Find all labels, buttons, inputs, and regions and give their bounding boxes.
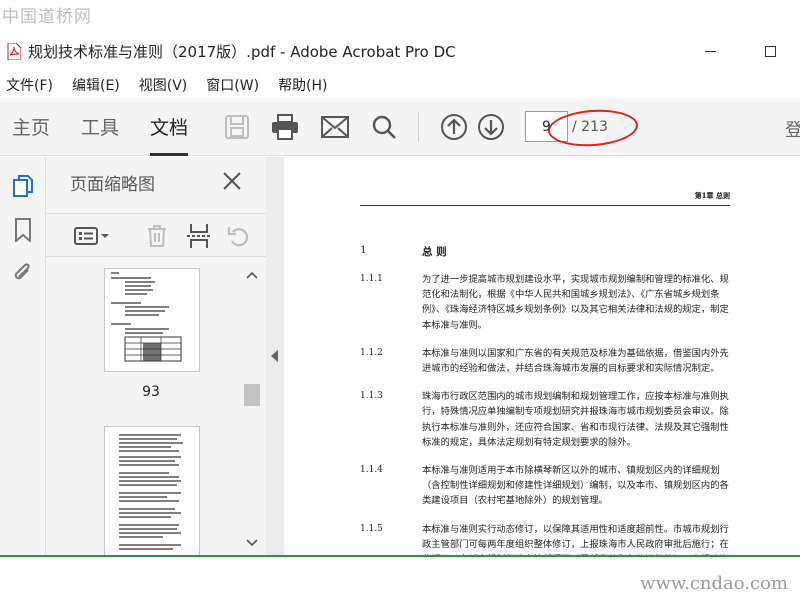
- minimize-button[interactable]: [680, 30, 740, 72]
- close-icon[interactable]: [220, 169, 244, 193]
- clause-text: 珠海市行政区范围内的城市规划编制和规划管理工作，应按本标准与准则执行，特殊情况应…: [422, 391, 729, 448]
- status-divider: [0, 555, 800, 557]
- tab-tools[interactable]: 工具: [81, 98, 119, 156]
- clause: 1.1.5 本标准与准则实行动态修订，以保障其适用性和适度超前性。市城市规划行政…: [360, 522, 730, 555]
- collapse-panel-strip[interactable]: [266, 157, 284, 555]
- clause-number: 1.1.2: [360, 347, 383, 358]
- menu-window[interactable]: 窗口(W): [206, 75, 259, 95]
- chapter-title: 总 则: [422, 246, 447, 258]
- document-view[interactable]: 第1章 总则 1 总 则 1.1.1 为了进一步提高城市规划建设水平，实现城市规…: [284, 157, 800, 555]
- attachments-icon[interactable]: [10, 261, 36, 287]
- clause: 1.1.3 珠海市行政区范围内的城市规划编制和规划管理工作，应按本标准与准则执行…: [360, 389, 730, 450]
- menu-edit[interactable]: 编辑(E): [72, 75, 120, 95]
- thumbnails-toolbar: [46, 213, 266, 257]
- page-up-icon[interactable]: [439, 112, 469, 142]
- chapter-heading: 1 总 则: [360, 244, 730, 259]
- watermark-top-left: 中国道桥网: [2, 7, 92, 27]
- tab-document[interactable]: 文档: [150, 98, 189, 156]
- options-icon[interactable]: [72, 222, 112, 250]
- extract-icon[interactable]: [184, 222, 214, 250]
- maximize-button[interactable]: [740, 30, 800, 72]
- clause-text: 本标准与准则适用于本市除横琴新区以外的城市、镇规划区内的详细规划（含控制性详细规…: [422, 465, 729, 507]
- email-icon[interactable]: [320, 112, 350, 142]
- clause-number: 1.1.1: [360, 274, 383, 284]
- title-bar: 规划技术标准与准则（2017版）.pdf - Adobe Acrobat Pro…: [0, 30, 800, 72]
- scroll-up-icon[interactable]: [246, 270, 258, 282]
- watermark-bottom-right: www.cndao.com: [640, 573, 788, 594]
- thumbnail-list: 93: [46, 258, 242, 555]
- clause: 1.1.2 本标准与准则以国家和广东省的有关规范及标准为基础依据，借鉴国内外先进…: [360, 346, 730, 376]
- save-icon[interactable]: [222, 112, 252, 142]
- window-title: 规划技术标准与准则（2017版）.pdf - Adobe Acrobat Pro…: [28, 42, 456, 61]
- clause-text: 本标准与准则以国家和广东省的有关规范及标准为基础依据，借鉴国内外先进城市的经验和…: [422, 347, 729, 375]
- thumbnails-panel: 页面缩略图 93: [46, 157, 266, 555]
- bookmarks-icon[interactable]: [10, 217, 36, 243]
- clause: 1.1.4 本标准与准则适用于本市除横琴新区以外的城市、镇规划区内的详细规划（含…: [360, 463, 730, 509]
- thumbnail-page-label: 93: [142, 384, 160, 400]
- clause-number: 1.1.5: [360, 523, 383, 534]
- scroll-down-icon[interactable]: [246, 536, 258, 548]
- collapse-arrow-icon[interactable]: [271, 350, 278, 362]
- toolbar-separator: [418, 112, 419, 142]
- delete-icon[interactable]: [142, 222, 172, 250]
- menu-view[interactable]: 视图(V): [139, 75, 188, 95]
- clause-text: 为了进一步提高城市规划建设水平，实现城市规划编制和管理的标准化、规范化和法制化，…: [422, 274, 729, 331]
- page-down-icon[interactable]: [476, 112, 506, 142]
- clause-number: 1.1.3: [360, 391, 383, 402]
- print-icon[interactable]: [270, 112, 300, 142]
- scroll-thumb[interactable]: [244, 384, 260, 406]
- menu-file[interactable]: 文件(F): [6, 75, 53, 95]
- sign-in-cutoff[interactable]: 登: [785, 116, 800, 142]
- chapter-number: 1: [360, 244, 367, 256]
- maximize-icon: [764, 45, 776, 57]
- main-toolbar: 主页 工具 文档: [0, 98, 800, 156]
- page-thumbnail[interactable]: [104, 426, 200, 555]
- page-thumbnail[interactable]: [104, 268, 200, 372]
- thumbnail-scrollbar[interactable]: [242, 258, 262, 555]
- search-icon[interactable]: [369, 112, 399, 142]
- page-thumbnails-icon[interactable]: [10, 173, 36, 199]
- menu-help[interactable]: 帮助(H): [278, 75, 327, 95]
- minimize-icon: [704, 50, 716, 52]
- menu-bar: 文件(F) 编辑(E) 视图(V) 窗口(W) 帮助(H): [0, 72, 347, 98]
- running-header: 第1章 总则: [360, 191, 730, 206]
- left-navigation-pane: [0, 157, 46, 555]
- clause-text: 本标准与准则实行动态修订，以保障其适用性和适度超前性。市城市规划行政主管部门可每…: [422, 523, 729, 555]
- panel-title: 页面缩略图: [70, 175, 155, 195]
- pdf-file-icon: [7, 42, 21, 60]
- clause: 1.1.1 为了进一步提高城市规划建设水平，实现城市规划编制和管理的标准化、规范…: [360, 272, 730, 333]
- clause-number: 1.1.4: [360, 465, 383, 476]
- tab-home[interactable]: 主页: [12, 98, 50, 156]
- rotate-icon[interactable]: [224, 222, 254, 250]
- document-page: 第1章 总则 1 总 则 1.1.1 为了进一步提高城市规划建设水平，实现城市规…: [360, 191, 730, 555]
